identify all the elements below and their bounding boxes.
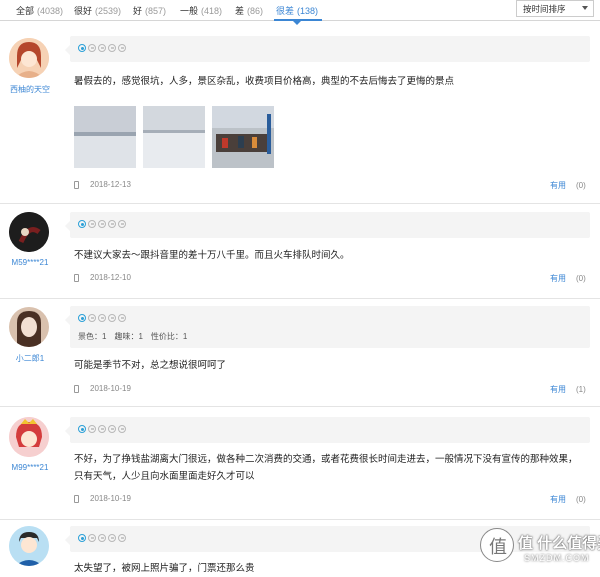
username[interactable]: M99****21	[0, 463, 60, 472]
mobile-icon	[74, 385, 79, 393]
star-empty-icon	[88, 314, 96, 322]
active-tab-caret	[293, 21, 301, 25]
mobile-icon	[74, 274, 79, 282]
review-item: M99****21 不好，为了挣钱盐湖离大门很远，做各种二次消费的交通，或者花费…	[0, 407, 600, 520]
star-empty-icon	[108, 425, 116, 433]
username[interactable]: 西柚的天空	[0, 84, 60, 95]
star-empty-icon	[108, 220, 116, 228]
rating-bar: 景色：1 趣味：1 性价比：1	[65, 306, 590, 348]
star-empty-icon	[98, 534, 106, 542]
tab-good[interactable]: 好 (857)	[133, 4, 166, 17]
star-empty-icon	[88, 425, 96, 433]
tab-bad[interactable]: 差 (86)	[235, 4, 263, 17]
useful-button[interactable]: 有用 (1)	[550, 384, 586, 395]
review-item: 西柚的天空 暑假去的，感觉很坑，人多，景区杂乱，收费项目价格高，典型的不去后悔去…	[0, 26, 600, 204]
rating-bar	[65, 417, 590, 443]
username[interactable]: 小二郎1	[0, 353, 60, 364]
star-filled-icon	[78, 220, 86, 228]
salt-lake-photo[interactable]	[143, 106, 205, 168]
rating-filter-tabs: 全部 (4038) 很好 (2539) 好 (857) 一般 (418) 差 (86) 很…	[0, 0, 600, 25]
star-filled-icon	[78, 425, 86, 433]
review-item: M59****21 不建议大家去～跟抖音里的差十万八千里。而且火车排队时间久。 …	[0, 204, 600, 299]
star-empty-icon	[108, 44, 116, 52]
useful-button[interactable]: 有用 (0)	[550, 180, 586, 191]
sub-scores: 景色：1 趣味：1 性价比：1	[78, 332, 188, 341]
tab-very-good[interactable]: 很好 (2539)	[74, 4, 121, 17]
star-empty-icon	[88, 534, 96, 542]
watermark-en: SMZDM.COM	[524, 553, 590, 563]
star-empty-icon	[118, 314, 126, 322]
review-text: 不建议大家去～跟抖音里的差十万八千里。而且火车排队时间久。	[74, 250, 350, 261]
female-cartoon-avatar[interactable]	[9, 417, 49, 457]
star-empty-icon	[108, 314, 116, 322]
male-cartoon-avatar[interactable]	[9, 526, 49, 566]
star-empty-icon	[88, 220, 96, 228]
star-empty-icon	[98, 44, 106, 52]
salt-lake-photo[interactable]	[74, 106, 136, 168]
star-empty-icon	[98, 425, 106, 433]
user-photo-avatar[interactable]	[9, 212, 49, 252]
tourists-photo[interactable]	[212, 106, 274, 168]
star-filled-icon	[78, 534, 86, 542]
useful-button[interactable]: 有用 (0)	[550, 494, 586, 505]
review-text: 不好，为了挣钱盐湖离大门很远，做各种二次消费的交通，或者花费很长时间走进去，一般…	[74, 454, 578, 482]
review-text: 可能是季节不对，总之想说很呵呵了	[74, 360, 227, 371]
smzdm-logo-icon: 值	[480, 528, 514, 562]
star-filled-icon	[78, 314, 86, 322]
review-item: 小二郎1 景色：1 趣味：1 性价比：1 可能是季节不对，总之想说很呵呵了 20…	[0, 299, 600, 407]
smzdm-watermark: 值 值 什么值得买 SMZDM.COM	[480, 528, 600, 577]
star-empty-icon	[98, 314, 106, 322]
chevron-down-icon	[582, 6, 588, 10]
star-empty-icon	[88, 44, 96, 52]
female-cartoon-avatar[interactable]	[9, 38, 49, 78]
tab-average[interactable]: 一般 (418)	[180, 4, 222, 17]
tab-very-bad[interactable]: 很差 (138)	[276, 4, 318, 17]
tab-all[interactable]: 全部 (4038)	[16, 4, 63, 17]
star-empty-icon	[108, 534, 116, 542]
watermark-cn: 值 什么值得买	[518, 535, 600, 552]
star-empty-icon	[118, 425, 126, 433]
username[interactable]: M59****21	[0, 258, 60, 267]
mobile-icon	[74, 495, 79, 503]
star-empty-icon	[98, 220, 106, 228]
rating-bar	[65, 36, 590, 62]
rating-bar	[65, 212, 590, 238]
star-filled-icon	[78, 44, 86, 52]
user-photo-avatar[interactable]	[9, 307, 49, 347]
mobile-icon	[74, 181, 79, 189]
star-empty-icon	[118, 220, 126, 228]
review-text: 暑假去的，感觉很坑，人多，景区杂乱，收费项目价格高，典型的不去后悔去了更悔的景点	[74, 76, 455, 87]
star-empty-icon	[118, 44, 126, 52]
sort-dropdown[interactable]: 按时间排序	[516, 0, 594, 17]
useful-button[interactable]: 有用 (0)	[550, 273, 586, 284]
star-empty-icon	[118, 534, 126, 542]
